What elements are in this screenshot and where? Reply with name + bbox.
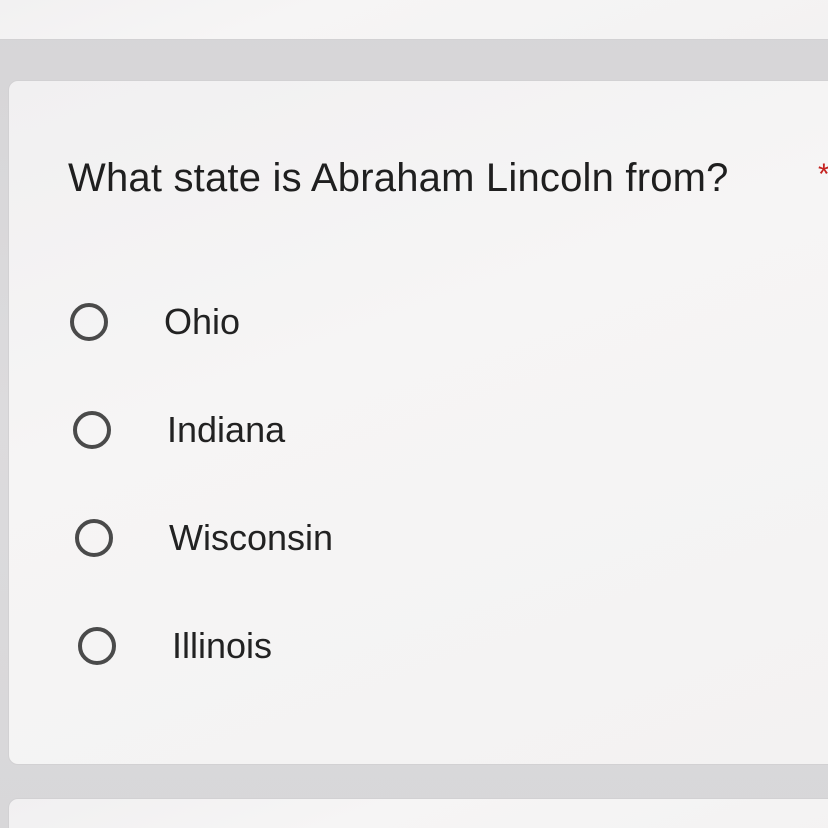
option-label: Illinois	[172, 625, 273, 666]
required-marker: *	[818, 158, 828, 192]
option-label: Wisconsin	[169, 517, 334, 558]
previous-question-card	[0, 0, 828, 40]
radio-button-icon[interactable]	[78, 627, 116, 665]
next-question-card	[8, 798, 828, 828]
radio-button-icon[interactable]	[73, 411, 111, 449]
option-label: Indiana	[167, 409, 286, 450]
option-ohio[interactable]: Ohio	[70, 294, 570, 350]
option-label: Ohio	[164, 301, 241, 342]
radio-button-icon[interactable]	[75, 519, 113, 557]
form-page: What state is Abraham Lincoln from? * Oh…	[0, 0, 828, 828]
option-indiana[interactable]: Indiana	[73, 402, 573, 458]
option-illinois[interactable]: Illinois	[78, 618, 578, 674]
question-title: What state is Abraham Lincoln from?	[68, 156, 729, 200]
option-wisconsin[interactable]: Wisconsin	[75, 510, 575, 566]
radio-button-icon[interactable]	[70, 303, 108, 341]
